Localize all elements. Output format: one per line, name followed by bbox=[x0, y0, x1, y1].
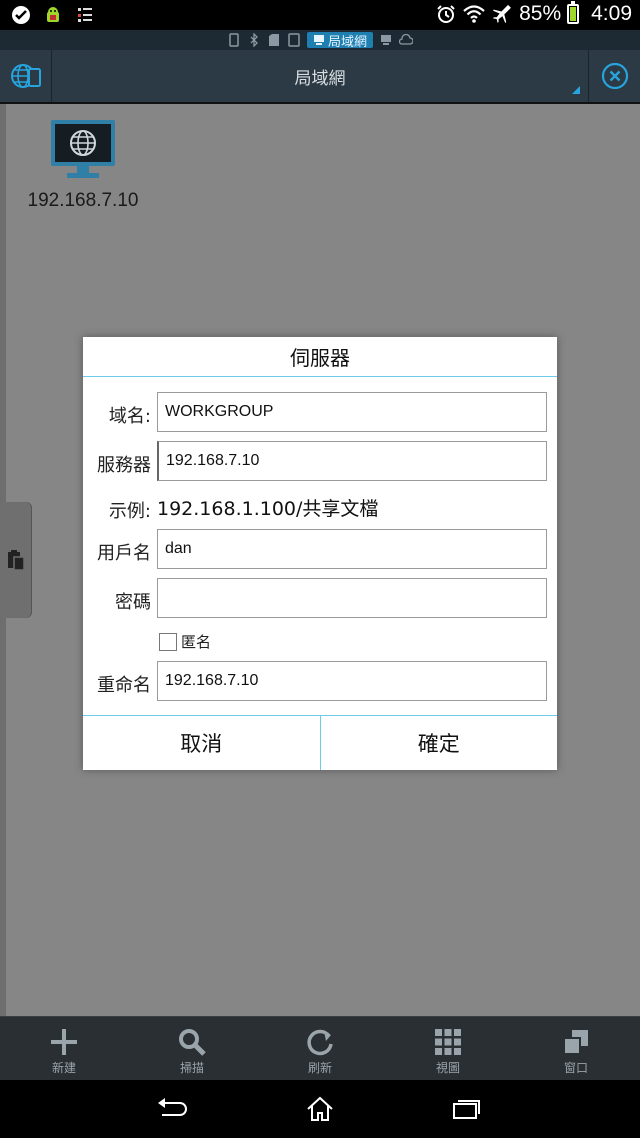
recents-button[interactable] bbox=[437, 1089, 497, 1129]
search-icon bbox=[177, 1027, 207, 1057]
device-label: 192.168.7.10 bbox=[27, 190, 139, 211]
domain-label: 域名: bbox=[108, 406, 151, 427]
close-circle-icon bbox=[601, 62, 628, 90]
scan-button[interactable]: 掃描 bbox=[128, 1017, 256, 1080]
password-field[interactable] bbox=[157, 578, 547, 618]
scan-label: 掃描 bbox=[179, 1061, 204, 1075]
server-field[interactable]: 192.168.7.10 bbox=[157, 441, 547, 481]
computer-icon[interactable] bbox=[379, 32, 393, 48]
plus-icon bbox=[49, 1027, 79, 1057]
view-button[interactable]: 視圖 bbox=[384, 1017, 512, 1080]
battery-level-fill bbox=[570, 7, 577, 21]
battery-percent: 85% bbox=[519, 2, 562, 25]
rename-field[interactable]: 192.168.7.10 bbox=[157, 661, 547, 701]
view-label: 視圖 bbox=[435, 1061, 460, 1075]
device-item[interactable]: 192.168.7.10 bbox=[22, 118, 144, 212]
battery-icon bbox=[567, 1, 580, 24]
clipboard-side-tab[interactable] bbox=[0, 502, 32, 618]
grid-icon bbox=[434, 1027, 462, 1057]
computer-globe-icon bbox=[49, 118, 117, 186]
server-dialog: 伺服器 域名: WORKGROUP 服務器 192.168.7.10 示例: 1… bbox=[83, 337, 557, 770]
username-field[interactable]: dan bbox=[157, 529, 547, 569]
home-button[interactable] bbox=[290, 1089, 350, 1129]
example-label: 示例: bbox=[108, 501, 151, 522]
new-label: 新建 bbox=[51, 1061, 76, 1075]
wifi-icon bbox=[463, 3, 485, 25]
back-icon bbox=[158, 1098, 188, 1116]
bottom-toolbar: 新建 掃描 刷新 視圖 窗口 bbox=[0, 1016, 640, 1080]
network-icon bbox=[313, 35, 324, 45]
domain-field[interactable]: WORKGROUP bbox=[157, 392, 547, 432]
tablet-icon[interactable] bbox=[287, 32, 301, 48]
window-label: 窗口 bbox=[563, 1061, 588, 1075]
sdcard-icon[interactable] bbox=[267, 32, 281, 48]
refresh-label: 刷新 bbox=[307, 1061, 332, 1075]
dialog-title: 伺服器 bbox=[83, 337, 557, 377]
windows-icon bbox=[562, 1027, 590, 1057]
page-title[interactable]: 局域網 bbox=[52, 50, 588, 102]
cancel-button[interactable]: 取消 bbox=[83, 716, 320, 770]
username-label: 用戶名 bbox=[97, 543, 151, 564]
example-value: 192.168.1.100/共享文檔 bbox=[157, 498, 379, 520]
status-bar: 85% 4:09 bbox=[0, 0, 640, 30]
home-icon bbox=[307, 1096, 333, 1121]
phone-icon[interactable] bbox=[227, 32, 241, 48]
cloud-icon[interactable] bbox=[399, 32, 413, 48]
tab-network[interactable]: 局域網 bbox=[306, 32, 373, 50]
android-debug-icon bbox=[42, 4, 64, 26]
airplane-icon bbox=[491, 3, 513, 25]
back-button[interactable] bbox=[143, 1089, 203, 1129]
network-globe-icon bbox=[10, 64, 41, 88]
close-button[interactable] bbox=[588, 50, 640, 102]
clock: 4:09 bbox=[591, 2, 632, 25]
anonymous-label: 匿名 bbox=[181, 633, 212, 651]
title-bar: 局域網 bbox=[0, 50, 640, 104]
clipboard-icon bbox=[8, 550, 25, 571]
anonymous-checkbox-wrap[interactable]: 匿名 bbox=[159, 631, 211, 652]
password-label: 密碼 bbox=[115, 592, 151, 613]
tab-network-label: 局域網 bbox=[327, 34, 367, 50]
ok-button[interactable]: 確定 bbox=[319, 716, 558, 770]
dialog-buttons: 取消 確定 bbox=[83, 715, 557, 770]
refresh-button[interactable]: 刷新 bbox=[256, 1017, 384, 1080]
server-label: 服務器 bbox=[97, 455, 151, 476]
bluetooth-icon[interactable] bbox=[247, 32, 261, 48]
check-circle-icon bbox=[10, 4, 32, 26]
network-globe-button[interactable] bbox=[0, 50, 52, 102]
new-button[interactable]: 新建 bbox=[0, 1017, 128, 1080]
window-button[interactable]: 窗口 bbox=[512, 1017, 640, 1080]
system-nav-bar bbox=[0, 1080, 640, 1138]
refresh-icon bbox=[305, 1027, 335, 1057]
location-tab-strip: 局域網 bbox=[0, 30, 640, 50]
recents-icon bbox=[452, 1100, 480, 1119]
rename-label: 重命名 bbox=[97, 675, 151, 696]
alarm-icon bbox=[435, 3, 457, 25]
notes-icon bbox=[74, 4, 96, 26]
anonymous-checkbox[interactable] bbox=[159, 632, 177, 651]
dropdown-caret-icon[interactable] bbox=[572, 86, 580, 94]
